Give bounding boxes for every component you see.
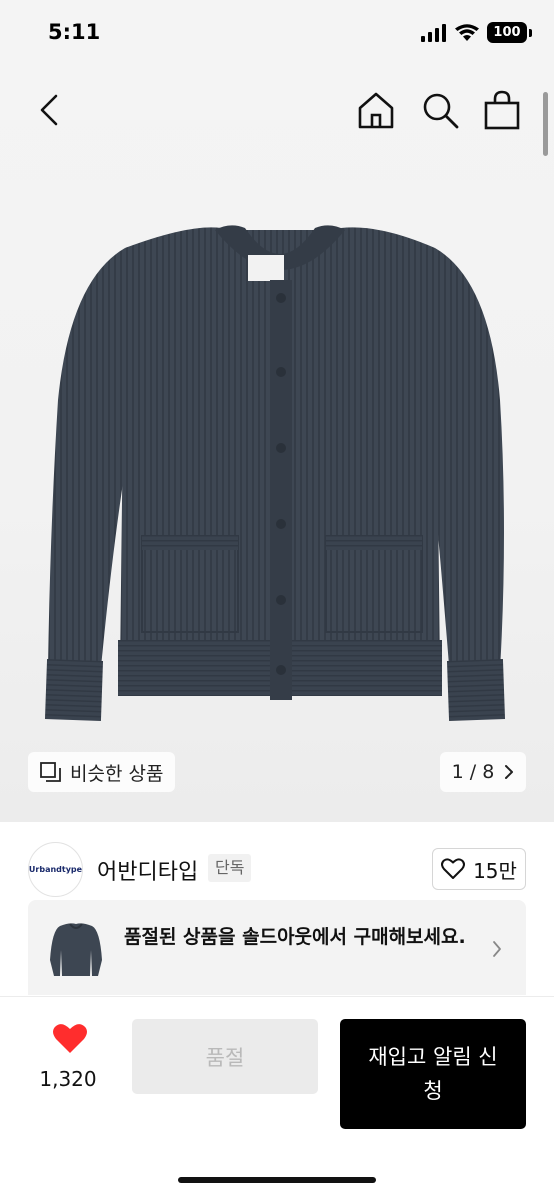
scroll-indicator[interactable] [543, 92, 548, 156]
status-icons: 100 [421, 22, 532, 43]
soldout-banner-text: 품절된 상품을 솔드아웃에서 구매해보세요. [124, 926, 466, 948]
brand-like-count: 15만 [473, 858, 517, 883]
soldout-button: 품절 [132, 1019, 318, 1094]
home-indicator[interactable] [178, 1177, 376, 1183]
top-navigation [0, 80, 554, 142]
restock-alert-label: 재입고 알림 신청 [368, 1045, 498, 1103]
brand-like-button[interactable]: 15만 [432, 848, 526, 890]
status-time: 5:11 [48, 20, 101, 44]
image-pager-button[interactable]: 1 / 8 [440, 752, 526, 792]
shopping-bag-icon[interactable] [482, 90, 522, 130]
soldout-button-label: 품절 [205, 1045, 245, 1070]
copy-icon [40, 762, 61, 782]
brand-logo-text: Urbandtype [28, 865, 83, 874]
similar-products-label: 비슷한 상품 [70, 762, 164, 785]
search-icon[interactable] [420, 90, 460, 130]
image-page-indicator: 1 / 8 [451, 761, 495, 783]
brand-logo[interactable]: Urbandtype [28, 842, 83, 897]
brand-name[interactable]: 어반디타입 [97, 854, 198, 886]
battery-indicator: 100 [487, 22, 527, 43]
exclusive-badge: 단독 [208, 854, 252, 882]
bottom-action-bar: 1,320 품절 재입고 알림 신청 [0, 996, 554, 1200]
status-bar: 5:11 100 [0, 0, 554, 70]
product-thumbnail [50, 923, 102, 976]
heart-outline-icon [441, 858, 466, 879]
home-icon[interactable] [356, 90, 396, 130]
battery-tip [529, 28, 532, 37]
signal-icon [421, 23, 446, 42]
wishlist-button[interactable]: 1,320 [39, 1023, 100, 1091]
similar-products-button[interactable]: 비슷한 상품 [28, 752, 176, 792]
chevron-right-icon [505, 765, 514, 779]
back-chevron-left-icon[interactable] [32, 92, 68, 128]
brand-row: Urbandtype 어반디타입 단독 15만 [0, 840, 554, 898]
wifi-icon [455, 23, 479, 41]
restock-alert-button[interactable]: 재입고 알림 신청 [340, 1019, 526, 1129]
heart-filled-icon [53, 1024, 87, 1053]
wishlist-count: 1,320 [39, 1067, 97, 1091]
soldout-market-banner[interactable]: 품절된 상품을 솔드아웃에서 구매해보세요. [28, 900, 526, 995]
chevron-right-icon [493, 941, 501, 957]
product-image [44, 225, 506, 721]
